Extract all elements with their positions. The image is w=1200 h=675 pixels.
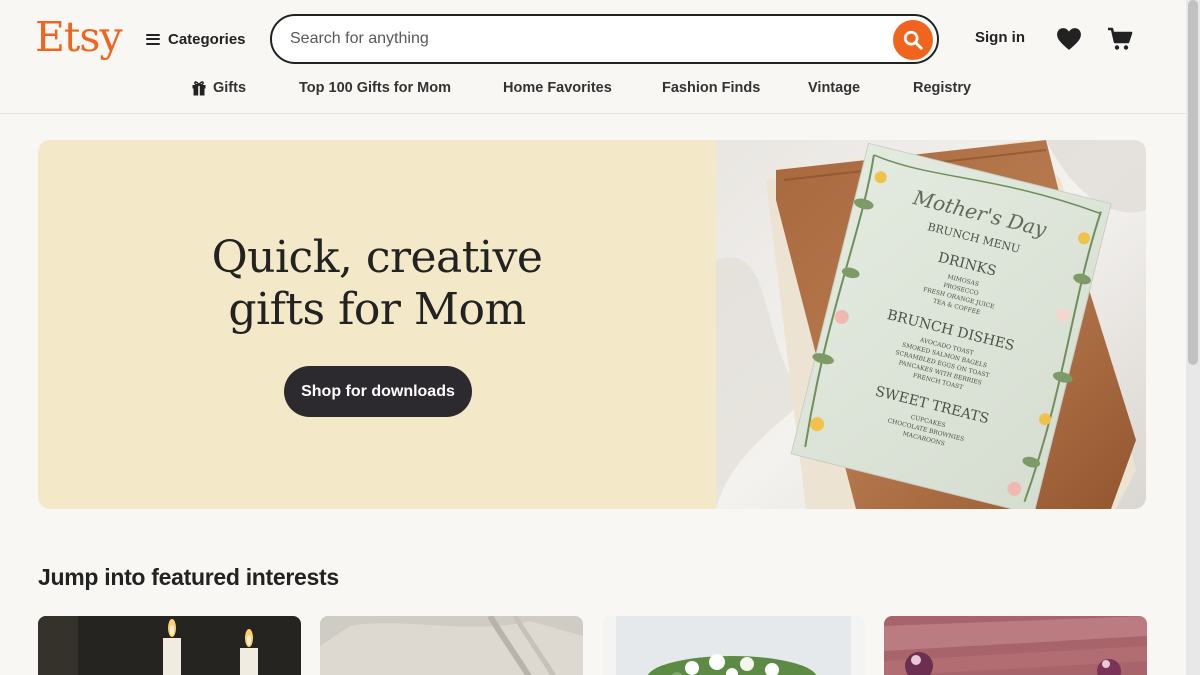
site-header: Etsy Categories Sign in: [0, 0, 1186, 114]
sign-in-link[interactable]: Sign in: [975, 29, 1025, 46]
categories-button[interactable]: Categories: [146, 26, 246, 52]
search-bar: [270, 14, 939, 64]
nav-item-vintage[interactable]: Vintage: [808, 76, 860, 100]
hero-banner: Quick, creative gifts for Mom Shop for d…: [38, 140, 1146, 509]
hero-title: Quick, creative gifts for Mom: [38, 232, 716, 336]
search-icon: [903, 30, 923, 50]
page-scrollbar[interactable]: [1186, 0, 1200, 675]
interest-card-bouquet[interactable]: [602, 616, 865, 675]
nav-label-gifts: Gifts: [213, 80, 247, 96]
search-input[interactable]: [290, 26, 890, 52]
interest-card-tote-bag[interactable]: [320, 616, 583, 675]
search-button[interactable]: [893, 20, 933, 60]
categories-label: Categories: [168, 30, 246, 48]
nav-item-gifts[interactable]: Gifts: [191, 76, 246, 100]
gift-icon: [192, 81, 206, 96]
interest-card-cupcakes[interactable]: [884, 616, 1147, 675]
shop-downloads-button[interactable]: Shop for downloads: [284, 366, 472, 417]
hero-menu-card-image[interactable]: Mother's Day BRUNCH MENU DRINKS MIMOSAS …: [716, 140, 1146, 509]
heart-icon[interactable]: [1056, 27, 1082, 51]
hero-title-line-2: gifts for Mom: [228, 284, 526, 335]
scrollbar-thumb[interactable]: [1188, 0, 1198, 365]
nav-item-fashion-finds[interactable]: Fashion Finds: [662, 76, 760, 100]
nav-item-home-favorites[interactable]: Home Favorites: [503, 76, 612, 100]
nav-item-top-100-gifts[interactable]: Top 100 Gifts for Mom: [299, 76, 451, 100]
featured-interests-heading: Jump into featured interests: [38, 564, 339, 590]
interest-card-candles[interactable]: [38, 616, 301, 675]
hero-text-panel: Quick, creative gifts for Mom Shop for d…: [38, 140, 716, 509]
category-nav: Gifts Top 100 Gifts for Mom Home Favorit…: [0, 76, 1186, 102]
cart-icon[interactable]: [1107, 26, 1133, 52]
hero-title-line-1: Quick, creative: [211, 232, 543, 283]
etsy-logo[interactable]: Etsy: [35, 12, 123, 62]
nav-item-registry[interactable]: Registry: [913, 76, 971, 100]
menu-icon: [146, 33, 160, 45]
